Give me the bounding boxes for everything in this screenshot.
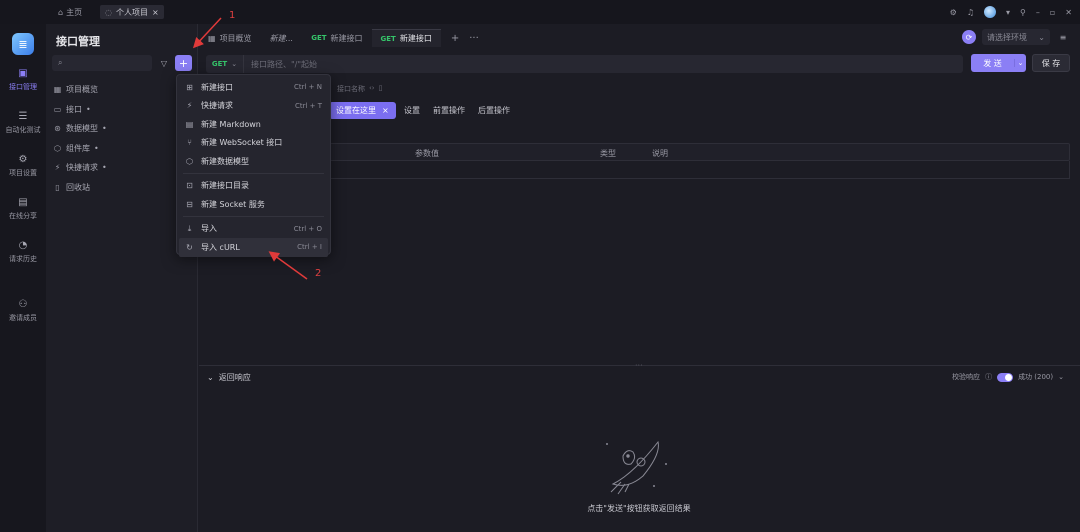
annotation-arrows — [192, 17, 308, 280]
annotation-1: 1 — [229, 10, 236, 21]
annotation-2: 2 — [315, 268, 322, 279]
arrow-2 — [268, 251, 308, 280]
arrow-1 — [192, 17, 222, 49]
